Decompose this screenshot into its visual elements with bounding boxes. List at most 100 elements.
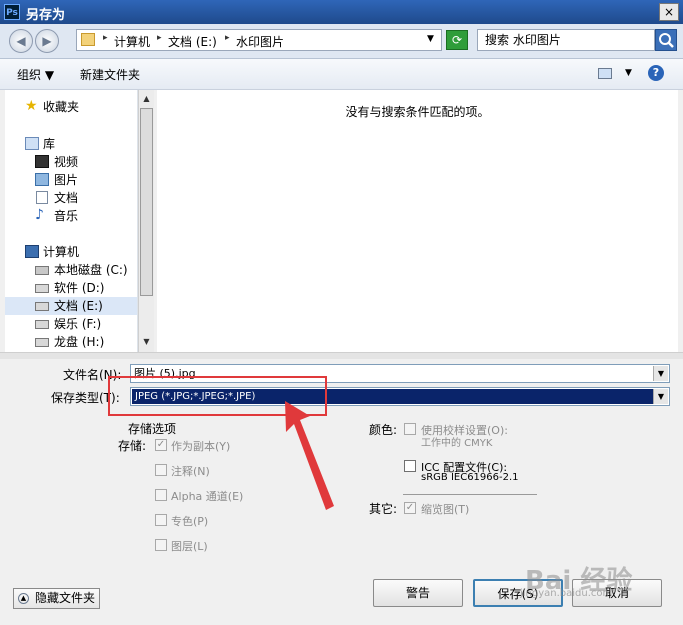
system-drive-icon	[35, 266, 49, 275]
thumbnail-checkbox[interactable]: ✓	[404, 502, 416, 514]
nav-label: 库	[43, 137, 56, 151]
as-copy-label: 作为副本(Y)	[171, 440, 231, 453]
view-options-icon[interactable]	[598, 68, 612, 79]
search-button[interactable]	[655, 29, 677, 51]
folder-icon	[81, 33, 95, 46]
search-input[interactable]: 搜索 水印图片	[477, 29, 655, 51]
forward-button[interactable]: ▶	[35, 29, 59, 53]
refresh-button[interactable]: ⟳	[446, 30, 468, 50]
video-icon	[35, 155, 49, 168]
breadcrumb-arrow-icon[interactable]: ▸	[225, 33, 230, 43]
thumbnail-label: 缩览图(T)	[421, 503, 470, 516]
navigation-scrollbar[interactable]: ▲ ▼	[138, 90, 154, 352]
nav-label: 文档	[54, 191, 79, 205]
nav-label: 文档 (E:)	[54, 299, 103, 313]
refresh-icon: ⟳	[451, 33, 463, 47]
layers-label: 图层(L)	[171, 540, 208, 553]
use-proof-checkbox[interactable]	[404, 423, 416, 435]
nav-drive-f[interactable]: 娱乐 (F:)	[5, 315, 137, 333]
library-icon	[25, 137, 39, 150]
nav-computer[interactable]: 计算机	[5, 243, 137, 261]
file-list[interactable]: 没有与搜索条件匹配的项。	[157, 90, 678, 352]
address-dropdown-icon[interactable]: ▼	[427, 34, 434, 44]
address-bar-row: ◀ ▶ ▸ 计算机 ▸ 文档 (E:) ▸ 水印图片 ▼ ⟳ 搜索 水印图片	[0, 24, 683, 59]
hide-folders-label: 隐藏文件夹	[35, 591, 96, 605]
watermark-url: jingyan.baidu.com	[520, 588, 613, 599]
breadcrumb-arrow-icon[interactable]: ▸	[103, 33, 108, 43]
command-toolbar: 组织 ▼ 新建文件夹 ▼ ?	[0, 59, 683, 90]
arrow-right-icon: ▶	[42, 34, 52, 48]
music-note-icon: ♪	[35, 207, 44, 223]
hide-folders-button[interactable]: ▲ 隐藏文件夹	[13, 588, 100, 609]
nav-videos[interactable]: 视频	[5, 153, 137, 171]
computer-icon	[25, 245, 39, 258]
nav-label: 软件 (D:)	[54, 281, 105, 295]
nav-drive-d[interactable]: 软件 (D:)	[5, 279, 137, 297]
nav-label: 本地磁盘 (C:)	[54, 263, 128, 277]
spot-color-checkbox[interactable]	[155, 514, 167, 526]
view-dropdown-icon[interactable]: ▼	[625, 68, 632, 78]
title-bar: Ps 另存为 ×	[0, 0, 683, 24]
breadcrumb-computer[interactable]: 计算机	[114, 33, 150, 50]
scroll-down-icon[interactable]: ▼	[140, 334, 153, 350]
notes-label: 注释(N)	[171, 465, 210, 478]
help-icon[interactable]: ?	[648, 65, 664, 81]
annotation-arrow-icon	[285, 401, 334, 510]
search-icon	[659, 33, 674, 48]
scroll-up-icon[interactable]: ▲	[140, 91, 153, 107]
drive-icon	[35, 320, 49, 329]
drive-icon	[35, 284, 49, 293]
arrow-left-icon: ◀	[16, 34, 26, 48]
chevron-down-icon[interactable]: ▼	[653, 389, 668, 404]
pane-splitter[interactable]	[0, 352, 683, 359]
scrollbar-thumb[interactable]	[140, 108, 153, 296]
address-field[interactable]: ▸ 计算机 ▸ 文档 (E:) ▸ 水印图片 ▼	[76, 29, 442, 51]
nav-drive-e[interactable]: 文档 (E:)	[5, 297, 137, 315]
options-divider	[403, 494, 537, 495]
nav-favorites[interactable]: ★ 收藏夹	[5, 98, 137, 116]
nav-label: 收藏夹	[43, 100, 80, 114]
breadcrumb-arrow-icon[interactable]: ▸	[157, 33, 162, 43]
back-button[interactable]: ◀	[9, 29, 33, 53]
drive-icon	[35, 302, 49, 311]
close-button[interactable]: ×	[659, 3, 679, 21]
organize-menu[interactable]: 组织 ▼	[17, 66, 54, 83]
empty-result-message: 没有与搜索条件匹配的项。	[345, 105, 490, 119]
breadcrumb-watermark-folder[interactable]: 水印图片	[236, 33, 284, 50]
new-folder-button[interactable]: 新建文件夹	[80, 66, 140, 83]
save-options-title: 存储选项	[128, 422, 177, 436]
as-copy-checkbox[interactable]: ✓	[155, 439, 167, 451]
layers-checkbox[interactable]	[155, 539, 167, 551]
nav-label: 视频	[54, 155, 79, 169]
nav-drive-h[interactable]: 龙盘 (H:)	[5, 333, 137, 351]
star-icon: ★	[25, 98, 38, 114]
drive-icon	[35, 338, 49, 347]
navigation-pane: ★ 收藏夹 库 视频 图片 文档 ♪ 音乐 计算机 本地磁盘 (C:) 软件 (…	[5, 90, 138, 352]
picture-icon	[35, 173, 49, 186]
save-label: 存储:	[118, 439, 147, 453]
window-title: 另存为	[26, 8, 66, 23]
nav-label: 图片	[54, 173, 79, 187]
icc-profile-name: sRGB IEC61966-2.1	[421, 472, 519, 483]
nav-music[interactable]: ♪ 音乐	[5, 207, 137, 225]
nav-label: 计算机	[43, 245, 80, 259]
notes-checkbox[interactable]	[155, 464, 167, 476]
chevron-down-icon[interactable]: ▼	[653, 366, 668, 381]
warning-button[interactable]: 警告	[373, 579, 463, 607]
other-label: 其它:	[369, 502, 398, 516]
nav-pictures[interactable]: 图片	[5, 171, 137, 189]
document-icon	[36, 191, 48, 204]
nav-label: 娱乐 (F:)	[54, 317, 102, 331]
proof-profile-text: 工作中的 CMYK	[421, 438, 493, 449]
nav-drive-c[interactable]: 本地磁盘 (C:)	[5, 261, 137, 279]
spot-color-label: 专色(P)	[171, 515, 209, 528]
alpha-channel-checkbox[interactable]	[155, 489, 167, 501]
nav-libraries[interactable]: 库	[5, 135, 137, 153]
photoshop-app-icon: Ps	[4, 4, 20, 20]
icc-profile-checkbox[interactable]	[404, 460, 416, 472]
alpha-channel-label: Alpha 通道(E)	[171, 490, 244, 503]
chevron-up-icon: ▲	[18, 593, 29, 604]
color-label: 颜色:	[369, 423, 398, 437]
nav-documents[interactable]: 文档	[5, 189, 137, 207]
breadcrumb-drive-e[interactable]: 文档 (E:)	[168, 33, 217, 50]
